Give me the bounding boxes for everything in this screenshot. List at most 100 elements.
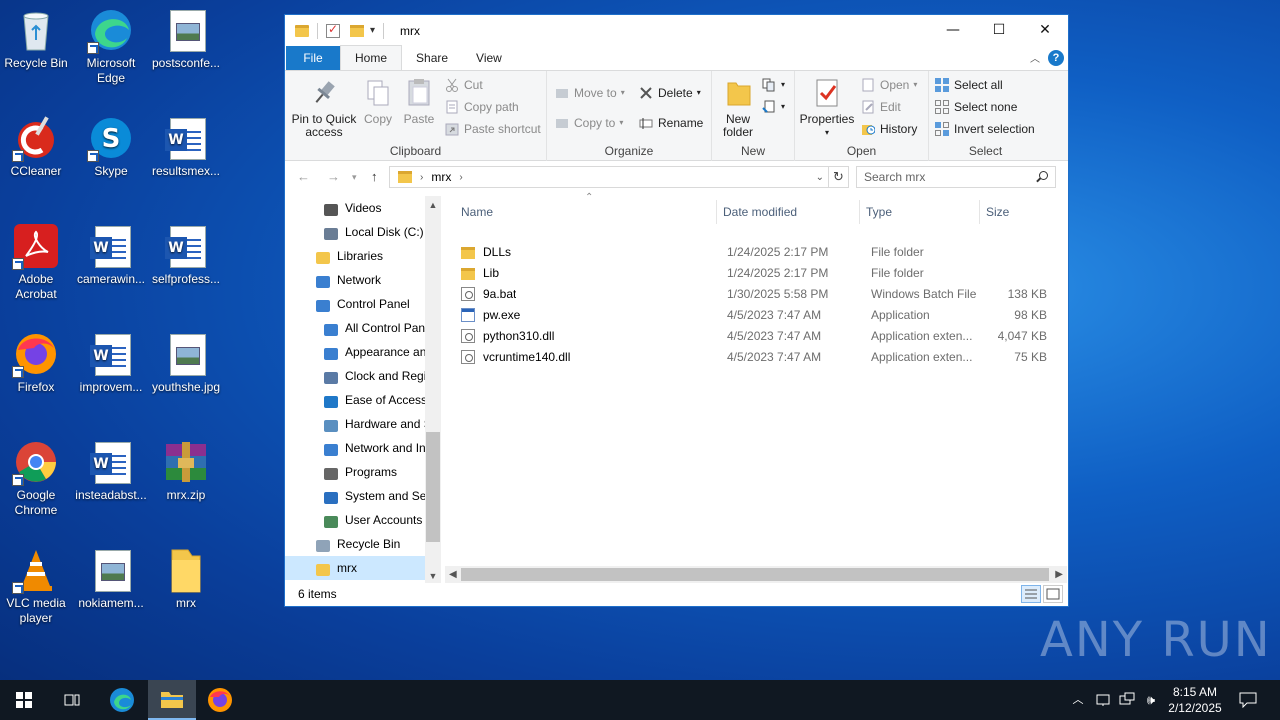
desktop-icon[interactable]: nokiamem... — [75, 546, 147, 611]
edit-button[interactable]: Edit — [861, 97, 901, 117]
large-icons-view-button[interactable] — [1043, 585, 1063, 603]
tab-view[interactable]: View — [462, 46, 516, 70]
scrollbar-thumb[interactable] — [426, 432, 440, 542]
nav-item[interactable]: Libraries — [285, 244, 425, 268]
start-button[interactable] — [0, 680, 48, 720]
recent-locations-icon[interactable]: ▾ — [352, 172, 357, 183]
nav-item[interactable]: Videos — [285, 196, 425, 220]
desktop-icon[interactable]: CCleaner — [0, 114, 72, 179]
nav-item[interactable]: User Accounts — [285, 508, 425, 532]
quick-access-dropdown-icon[interactable]: ▾ — [370, 25, 375, 36]
file-row[interactable]: pw.exe 4/5/2023 7:47 AM Application 98 KB — [455, 305, 1055, 326]
nav-item[interactable]: Programs — [285, 460, 425, 484]
column-header-name[interactable]: Name — [455, 200, 717, 224]
column-header-size[interactable]: Size — [980, 200, 1060, 224]
cut-button[interactable]: Cut — [445, 75, 483, 95]
refresh-icon[interactable]: ↻ — [829, 166, 849, 188]
rename-button[interactable]: Rename — [639, 113, 703, 133]
collapse-ribbon-icon[interactable]: ︿ — [1030, 50, 1040, 65]
tab-share[interactable]: Share — [402, 46, 462, 70]
desktop-icon[interactable]: youthshe.jpg — [150, 330, 222, 395]
nav-item[interactable]: Network and Internet — [285, 436, 425, 460]
desktop-icon[interactable]: Winsteadabst... — [75, 438, 147, 503]
nav-pane-scrollbar[interactable]: ▲ ▼ — [425, 196, 441, 583]
invert-selection-button[interactable]: Invert selection — [935, 119, 1035, 139]
nav-item[interactable]: Control Panel — [285, 292, 425, 316]
desktop-icon[interactable]: Wcamerawin... — [75, 222, 147, 287]
easy-access-button[interactable]: ▾ — [762, 97, 785, 117]
paste-shortcut-button[interactable]: Paste shortcut — [445, 119, 541, 139]
desktop-icon[interactable]: Adobe Acrobat — [0, 222, 72, 302]
network-icon[interactable] — [1117, 680, 1137, 720]
quick-access-properties-icon[interactable] — [326, 22, 340, 38]
nav-item[interactable]: Ease of Access — [285, 388, 425, 412]
nav-item[interactable]: Recycle Bin — [285, 532, 425, 556]
delete-button[interactable]: Delete ▾ — [639, 83, 701, 103]
select-none-button[interactable]: Select none — [935, 97, 1017, 117]
file-row[interactable]: python310.dll 4/5/2023 7:47 AM Application… — [455, 326, 1055, 347]
scroll-up-icon[interactable]: ▲ — [425, 200, 441, 210]
show-hidden-icons-chevron-icon[interactable]: ︿ — [1070, 680, 1086, 720]
title-bar[interactable]: ▾ mrx — ☐ ✕ — [285, 15, 1068, 46]
address-dropdown-icon[interactable]: ⌄ — [816, 172, 824, 183]
network-status-icon[interactable] — [1094, 680, 1112, 720]
desktop-icon[interactable]: mrx.zip — [150, 438, 222, 503]
nav-item[interactable]: Network — [285, 268, 425, 292]
desktop-icon[interactable]: S Skype — [75, 114, 147, 179]
nav-item[interactable]: Appearance and Personalization — [285, 340, 425, 364]
open-button[interactable]: Open ▾ — [861, 75, 917, 95]
copy-to-button[interactable]: Copy to ▾ — [555, 113, 623, 133]
desktop-icon[interactable]: Microsoft Edge — [75, 6, 147, 86]
nav-item[interactable]: Local Disk (C:) — [285, 220, 425, 244]
move-to-button[interactable]: Move to ▾ — [555, 83, 625, 103]
file-row[interactable]: DLLs 1/24/2025 2:17 PM File folder — [455, 242, 1055, 263]
new-folder-button[interactable]: New folder — [716, 75, 760, 139]
desktop-icon[interactable]: Wselfprofess... — [150, 222, 222, 287]
nav-item[interactable]: Clock and Region — [285, 364, 425, 388]
taskbar-firefox-button[interactable] — [196, 680, 244, 720]
history-button[interactable]: History — [861, 119, 917, 139]
tab-file[interactable]: File — [286, 46, 340, 70]
scroll-down-icon[interactable]: ▼ — [425, 571, 441, 581]
file-row[interactable]: 9a.bat 1/30/2025 5:58 PM Windows Batch Fil… — [455, 284, 1055, 305]
new-item-button[interactable]: ▾ — [762, 75, 785, 95]
quick-access-new-folder-icon[interactable] — [350, 24, 364, 37]
maximize-button[interactable]: ☐ — [976, 15, 1022, 45]
file-row[interactable]: vcruntime140.dll 4/5/2023 7:47 AM Applicat… — [455, 347, 1055, 368]
copy-path-button[interactable]: Copy path — [445, 97, 519, 117]
file-row[interactable]: Lib 1/24/2025 2:17 PM File folder — [455, 263, 1055, 284]
scroll-right-icon[interactable]: ▶ — [1055, 566, 1063, 583]
paste-button[interactable]: Paste — [401, 75, 437, 126]
nav-item[interactable]: All Control Panel Items — [285, 316, 425, 340]
desktop-icon[interactable]: Wimprovem... — [75, 330, 147, 395]
volume-icon[interactable]: 🕪 — [1141, 680, 1161, 720]
details-view-button[interactable] — [1021, 585, 1041, 603]
chevron-right-icon[interactable]: › — [459, 172, 462, 183]
taskbar-edge-button[interactable] — [98, 680, 146, 720]
pin-to-quick-access-button[interactable]: Pin to Quick access — [289, 75, 359, 139]
desktop-icon[interactable]: Wresultsmex... — [150, 114, 222, 179]
search-input[interactable]: Search mrx — [856, 166, 1056, 188]
minimize-button[interactable]: — — [930, 15, 976, 45]
nav-item[interactable]: Hardware and Sound — [285, 412, 425, 436]
desktop-icon[interactable]: Recycle Bin — [0, 6, 72, 71]
desktop-icon[interactable]: postsconfe... — [150, 6, 222, 71]
desktop-icon[interactable]: VLC media player — [0, 546, 72, 626]
column-header-date[interactable]: Date modified — [717, 200, 860, 224]
help-button[interactable]: ? — [1048, 50, 1064, 66]
copy-button[interactable]: Copy — [361, 75, 395, 126]
desktop-icon[interactable]: Google Chrome — [0, 438, 72, 518]
address-bar[interactable]: › mrx › ⌄ — [389, 166, 829, 188]
desktop-icon[interactable]: Firefox — [0, 330, 72, 395]
clock[interactable]: 8:15 AM 2/12/2025 — [1164, 680, 1226, 720]
notifications-icon[interactable] — [1236, 680, 1260, 720]
desktop-icon[interactable]: mrx — [150, 546, 222, 611]
tab-home[interactable]: Home — [340, 45, 403, 70]
address-path[interactable]: mrx — [431, 170, 451, 184]
scroll-left-icon[interactable]: ◀ — [449, 566, 457, 583]
nav-item[interactable]: System and Security — [285, 484, 425, 508]
back-arrow-icon[interactable]: ← — [297, 169, 310, 184]
file-list-horizontal-scrollbar[interactable]: ◀ ▶ — [445, 566, 1067, 583]
column-header-type[interactable]: Type — [860, 200, 980, 224]
taskbar-file-explorer-button[interactable] — [148, 680, 196, 720]
